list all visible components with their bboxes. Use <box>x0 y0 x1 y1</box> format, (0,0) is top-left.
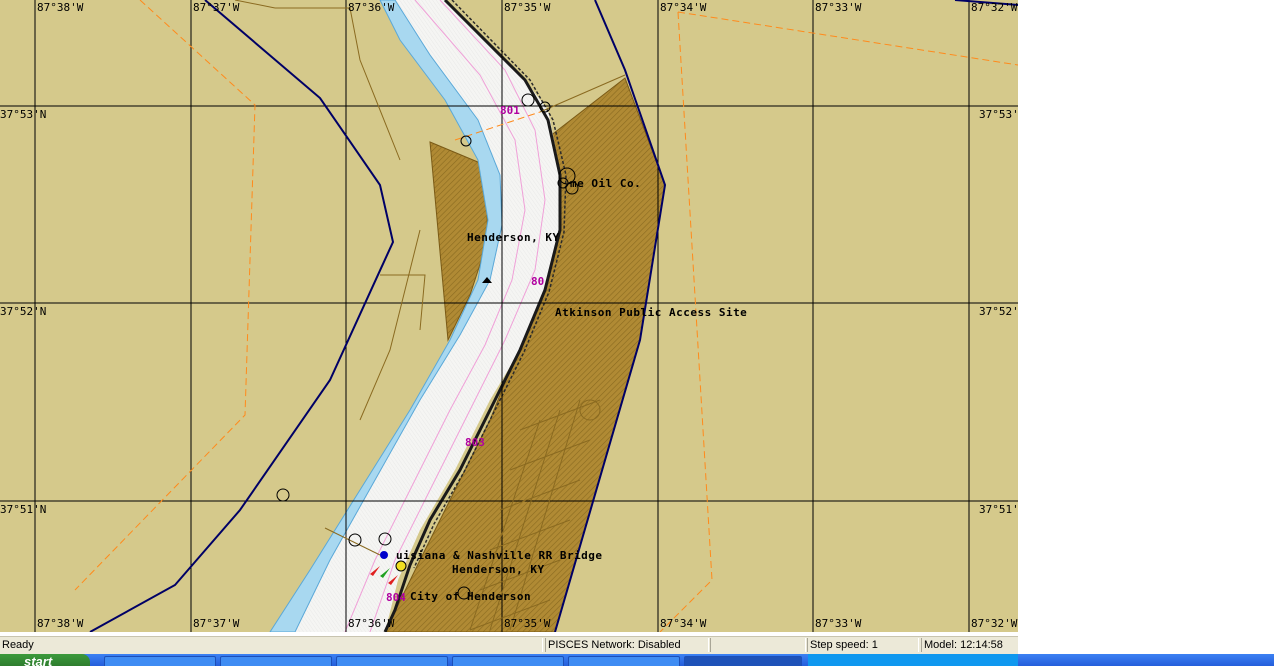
taskbar-item[interactable] <box>452 656 564 666</box>
lon-label-bottom: 87°34'W <box>660 617 707 630</box>
mile-marker: 803 <box>465 436 485 449</box>
lat-label-left: 37°51'N <box>0 503 47 516</box>
place-atkinson-access-site[interactable]: Atkinson Public Access Site <box>555 307 747 319</box>
start-label: start <box>24 654 53 666</box>
mile-marker: 80 <box>531 275 545 288</box>
taskbar-item[interactable] <box>568 656 680 666</box>
place-city-of-henderson[interactable]: City of Henderson <box>410 591 531 603</box>
lat-label-right: 37°52'N <box>979 305 1018 318</box>
place-henderson-ky-2[interactable]: Henderson, KY <box>452 564 545 576</box>
start-button[interactable]: start <box>0 654 90 666</box>
place-henderson-ky[interactable]: Henderson, KY <box>467 232 560 244</box>
lon-label-top: 87°35'W <box>504 1 551 14</box>
chart-graphics <box>0 0 1018 632</box>
taskbar-item[interactable] <box>220 656 332 666</box>
place-rr-bridge[interactable]: uisiana & Nashville RR Bridge <box>396 550 603 562</box>
status-step-speed: Step speed: 1 <box>807 638 919 652</box>
nautical-chart[interactable]: 87°38'W 87°37'W 87°36'W 87°35'W 87°34'W … <box>0 0 1018 632</box>
place-oil-co[interactable]: me Oil Co. <box>570 178 641 190</box>
taskbar-item[interactable] <box>104 656 216 666</box>
lon-label-top: 87°37'W <box>193 1 240 14</box>
status-network: PISCES Network: Disabled <box>545 638 709 652</box>
status-model-time: Model: 12:14:58 <box>921 638 1019 652</box>
lat-label-right: 37°51'N <box>979 503 1018 516</box>
lon-label-top: 87°32'W <box>971 1 1018 14</box>
lat-label-right: 37°53'N <box>979 108 1018 121</box>
status-blank <box>710 638 806 652</box>
lon-label-bottom: 87°38'W <box>37 617 84 630</box>
status-bar: Ready PISCES Network: Disabled Step spee… <box>0 636 1019 654</box>
system-tray[interactable] <box>808 654 1018 666</box>
lon-label-bottom: 87°37'W <box>193 617 240 630</box>
mile-marker: 801 <box>500 104 520 117</box>
lat-label-left: 37°53'N <box>0 108 47 121</box>
lon-label-bottom: 87°36'W <box>348 617 395 630</box>
lat-label-left: 37°52'N <box>0 305 47 318</box>
lon-label-top: 87°34'W <box>660 1 707 14</box>
taskbar: start <box>0 654 1274 666</box>
mile-marker: 804 <box>386 591 406 604</box>
status-ready: Ready <box>0 638 543 652</box>
taskbar-item[interactable] <box>336 656 448 666</box>
lon-label-bottom: 87°32'W <box>971 617 1018 630</box>
lon-label-bottom: 87°35'W <box>504 617 551 630</box>
lon-label-bottom: 87°33'W <box>815 617 862 630</box>
lon-label-top: 87°33'W <box>815 1 862 14</box>
taskbar-item-active[interactable] <box>684 656 802 666</box>
lon-label-top: 87°36'W <box>348 1 395 14</box>
lon-label-top: 87°38'W <box>37 1 84 14</box>
